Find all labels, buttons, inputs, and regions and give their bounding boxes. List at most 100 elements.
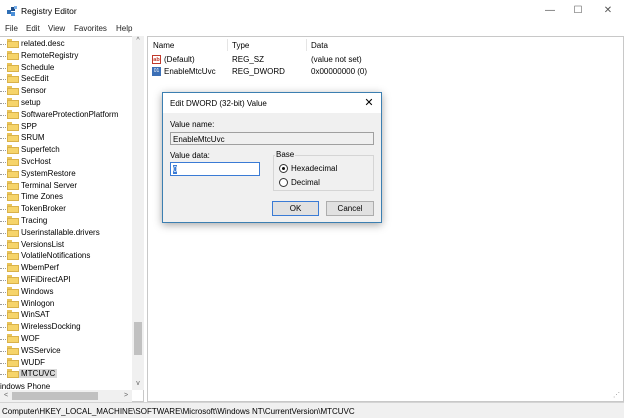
column-header-name[interactable]: Name <box>153 41 174 50</box>
column-header-type[interactable]: Type <box>232 41 249 50</box>
column-header-data[interactable]: Data <box>311 41 328 50</box>
tree-connector <box>0 91 6 93</box>
tree-item-label: Terminal Server <box>21 180 78 190</box>
tree-item-svchost[interactable]: SvcHost <box>0 156 132 168</box>
tree-item-related-desc[interactable]: related.desc <box>0 38 132 50</box>
dialog-titlebar[interactable]: Edit DWORD (32-bit) Value ✕ <box>163 93 381 113</box>
tree-item-wsservice[interactable]: WSService <box>0 345 132 357</box>
tree-item-userinstallable-drivers[interactable]: Userinstallable.drivers <box>0 227 132 239</box>
minimize-button[interactable]: — <box>536 3 564 19</box>
tree-item-wbemperf[interactable]: WbemPerf <box>0 262 132 274</box>
value-data-text: 0 <box>173 165 178 175</box>
cancel-button[interactable]: Cancel <box>326 201 374 216</box>
tree-item-systemrestore[interactable]: SystemRestore <box>0 168 132 180</box>
folder-icon <box>7 74 19 84</box>
close-button[interactable]: ✕ <box>594 3 622 19</box>
folder-icon <box>7 310 19 320</box>
tree-vertical-scroll-thumb[interactable] <box>134 322 142 355</box>
resize-grip-icon[interactable]: ⋰ <box>613 391 621 399</box>
value-name-field: EnableMtcUvc <box>170 132 374 145</box>
tree-item-label: WUDF <box>21 357 45 367</box>
tree-item-srum[interactable]: SRUM <box>0 132 132 144</box>
tree-connector <box>0 103 6 104</box>
folder-icon <box>7 192 19 202</box>
menu-help[interactable]: Help <box>116 24 132 33</box>
folder-icon <box>7 369 19 379</box>
tree-item-time-zones[interactable]: Time Zones <box>0 191 132 203</box>
tree-item-wirelessdocking[interactable]: WirelessDocking <box>0 321 132 333</box>
tree-item-spp[interactable]: SPP <box>0 121 132 133</box>
edit-dword-dialog: Edit DWORD (32-bit) Value ✕ Value name: … <box>162 92 382 223</box>
tree-item-schedule[interactable]: Schedule <box>0 62 132 74</box>
column-divider[interactable] <box>227 39 228 51</box>
tree-item-terminal-server[interactable]: Terminal Server <box>0 180 132 192</box>
tree-connector <box>0 173 6 175</box>
scroll-up-arrow[interactable]: ^ <box>132 36 144 46</box>
tree-item-remoteregistry[interactable]: RemoteRegistry <box>0 50 132 62</box>
window-titlebar[interactable]: Registry Editor — ☐ ✕ <box>0 0 624 22</box>
value-row-enablemtcuvc[interactable]: 01 EnableMtcUvc REG_DWORD 0x00000000 (0) <box>148 66 448 78</box>
hexadecimal-label[interactable]: Hexadecimal <box>291 164 337 173</box>
window-title: Registry Editor <box>21 6 77 16</box>
tree-item-label: Tracing <box>21 216 48 225</box>
base-group <box>273 155 374 191</box>
folder-icon <box>7 204 19 214</box>
menu-edit[interactable]: Edit <box>26 24 40 33</box>
tree-connector <box>0 374 6 376</box>
tree-connector <box>0 79 6 81</box>
tree-item-sensor[interactable]: Sensor <box>0 85 132 97</box>
tree-item-label: WbemPerf <box>21 263 59 273</box>
folder-icon <box>7 86 19 96</box>
tree-connector <box>0 339 6 340</box>
folder-icon <box>7 39 19 48</box>
tree-connector <box>0 315 6 317</box>
tree-item-softwareprotectionplatform[interactable]: SoftwareProtectionPlatform <box>0 109 132 121</box>
tree-item-tokenbroker[interactable]: TokenBroker <box>0 203 132 215</box>
menu-view[interactable]: View <box>48 24 65 33</box>
tree-item-label: SPP <box>21 121 38 131</box>
menu-file[interactable]: File <box>5 24 18 33</box>
value-row-default[interactable]: ab (Default) REG_SZ (value not set) <box>148 54 448 66</box>
tree-item-windows[interactable]: Windows <box>0 286 132 298</box>
tree-item-superfetch[interactable]: Superfetch <box>0 144 132 156</box>
tree-vertical-scrollbar[interactable]: ^ v <box>132 36 144 390</box>
dialog-close-button[interactable]: ✕ <box>361 96 377 110</box>
tree-item-tracing[interactable]: Tracing <box>0 215 132 227</box>
tree-connector <box>0 138 6 140</box>
tree-item-label: MTCUVC <box>19 369 58 379</box>
tree-item-wof[interactable]: WOF <box>0 333 132 345</box>
hexadecimal-radio[interactable] <box>279 164 288 173</box>
tree-connector <box>0 280 6 281</box>
menu-favorites[interactable]: Favorites <box>74 24 107 33</box>
value-name-label: Value name: <box>170 120 215 129</box>
tree-connector <box>0 150 6 152</box>
tree-item-volatilenotifications[interactable]: VolatileNotifications <box>0 250 132 262</box>
tree-item-secedit[interactable]: SecEdit <box>0 73 132 85</box>
maximize-button[interactable]: ☐ <box>564 3 592 19</box>
tree-item-mtcuvc[interactable]: MTCUVC <box>0 368 132 380</box>
ok-button[interactable]: OK <box>272 201 319 216</box>
tree-item-winlogon[interactable]: Winlogon <box>0 298 132 310</box>
value-name: (Default) <box>164 55 195 64</box>
scroll-right-arrow[interactable]: > <box>120 391 132 401</box>
column-divider[interactable] <box>306 39 307 51</box>
value-data-input[interactable]: 0 <box>170 162 260 176</box>
tree-item-versionslist[interactable]: VersionsList <box>0 239 132 251</box>
tree-item-setup[interactable]: setup <box>0 97 132 109</box>
scroll-down-arrow[interactable]: v <box>132 379 144 389</box>
tree-horizontal-scroll-thumb[interactable] <box>12 392 98 400</box>
folder-icon <box>7 298 19 308</box>
scroll-left-arrow[interactable]: < <box>0 391 12 401</box>
key-tree[interactable]: related.desc RemoteRegistry Schedule SecEdi… <box>0 36 144 402</box>
tree-item-wudf[interactable]: WUDF <box>0 357 132 369</box>
tree-item-wifidirectapi[interactable]: WiFiDirectAPI <box>0 274 132 286</box>
tree-connector <box>0 303 6 305</box>
registry-editor-icon <box>7 6 17 16</box>
tree-connector <box>0 268 6 270</box>
tree-item-label: Sensor <box>21 86 47 96</box>
decimal-radio[interactable] <box>279 178 288 187</box>
folder-icon <box>7 239 19 249</box>
decimal-label[interactable]: Decimal <box>291 178 320 187</box>
tree-horizontal-scrollbar[interactable]: < > <box>0 390 132 402</box>
tree-item-winsat[interactable]: WinSAT <box>0 309 132 321</box>
